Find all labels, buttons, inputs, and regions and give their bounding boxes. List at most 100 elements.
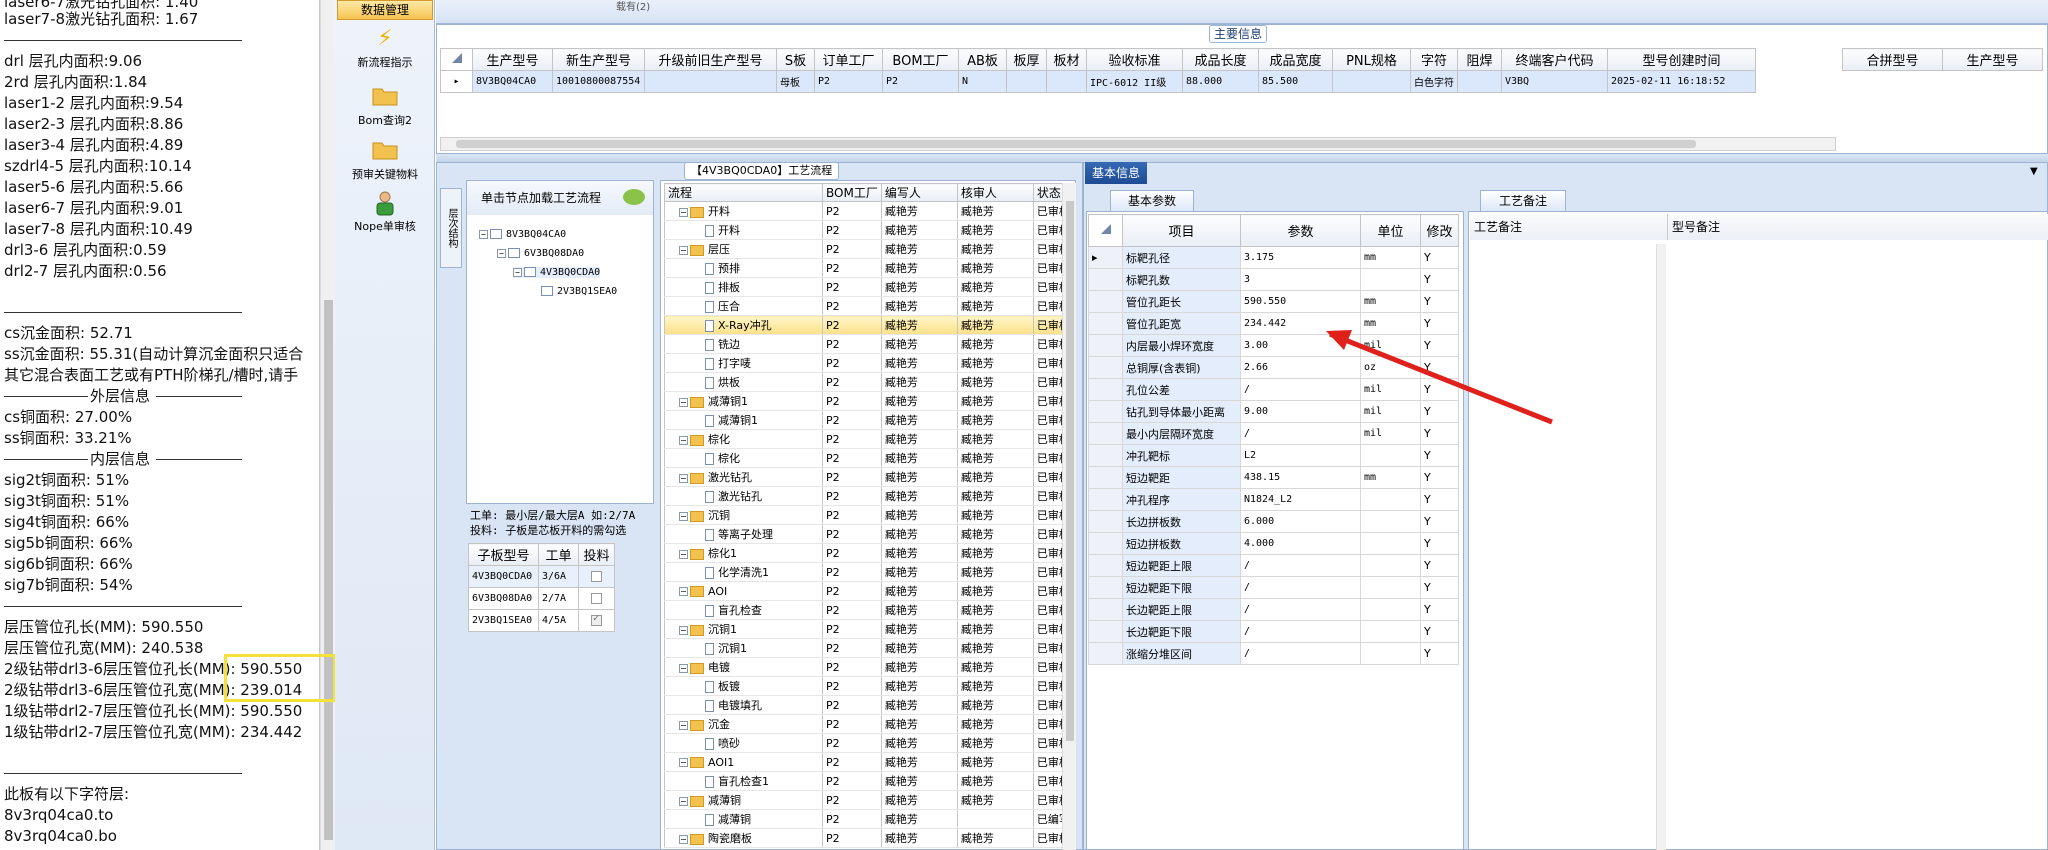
table-cell[interactable] bbox=[1360, 554, 1421, 577]
table-cell[interactable]: 臧艳芳 bbox=[880, 543, 958, 563]
table-cell[interactable]: 臧艳芳 bbox=[880, 429, 958, 449]
table-cell[interactable]: 臧艳芳 bbox=[956, 239, 1034, 259]
table-cell[interactable] bbox=[1360, 268, 1421, 291]
table-cell[interactable]: 臧艳芳 bbox=[956, 790, 1034, 810]
table-cell[interactable]: Y bbox=[1420, 598, 1459, 621]
table-cell[interactable] bbox=[1360, 598, 1421, 621]
table-cell[interactable]: 4V3BQ0CDA0 bbox=[468, 565, 539, 588]
table-cell[interactable]: 臧艳芳 bbox=[956, 315, 1034, 335]
process-name-cell[interactable]: − 棕化 bbox=[664, 429, 823, 449]
table-row[interactable]: − AOI1 P2 臧艳芳 臧艳芳 已审核 bbox=[664, 752, 1074, 772]
table-cell[interactable]: 臧艳芳 bbox=[880, 315, 958, 335]
process-name-cell[interactable]: 烘板 bbox=[664, 372, 823, 392]
table-row[interactable]: − 陶瓷磨板 P2 臧艳芳 臧艳芳 已审核 bbox=[664, 828, 1074, 848]
column-header[interactable]: 板材 bbox=[1046, 48, 1087, 71]
table-cell[interactable]: Y bbox=[1420, 510, 1459, 533]
table-cell[interactable]: 590.550 bbox=[1240, 290, 1361, 313]
feed-checkbox[interactable] bbox=[578, 565, 615, 588]
table-cell[interactable]: 臧艳芳 bbox=[880, 581, 958, 601]
table-cell[interactable]: 涨缩分堆区间 bbox=[1122, 642, 1241, 665]
table-cell[interactable]: P2 bbox=[822, 353, 882, 373]
table-cell[interactable]: P2 bbox=[822, 543, 882, 563]
table-cell[interactable]: 臧艳芳 bbox=[880, 410, 958, 430]
scroll-thumb[interactable] bbox=[1066, 201, 1074, 741]
table-cell[interactable]: 臧艳芳 bbox=[880, 296, 958, 316]
table-cell[interactable]: 臧艳芳 bbox=[956, 676, 1034, 696]
basic-info-header[interactable]: 基本信息 bbox=[1085, 162, 1147, 184]
table-cell[interactable]: P2 bbox=[822, 505, 882, 525]
table-cell[interactable]: P2 bbox=[822, 277, 882, 297]
table-cell[interactable]: P2 bbox=[822, 828, 882, 848]
column-header[interactable]: 阻焊 bbox=[1457, 48, 1502, 71]
column-header[interactable]: 成品长度 bbox=[1182, 48, 1259, 71]
table-cell[interactable]: 臧艳芳 bbox=[880, 505, 958, 525]
table-cell[interactable] bbox=[1360, 576, 1421, 599]
table-cell[interactable]: 4.000 bbox=[1240, 532, 1361, 555]
table-row[interactable]: 6V3BQ08DA0 2/7A bbox=[468, 587, 615, 610]
table-cell[interactable]: 臧艳芳 bbox=[880, 676, 958, 696]
table-cell[interactable]: P2 bbox=[822, 771, 882, 791]
table-cell[interactable]: 臧艳芳 bbox=[880, 752, 958, 772]
table-row[interactable]: 长边靶距上限 / Y bbox=[1088, 598, 1459, 621]
table-cell[interactable]: 短边靶距 bbox=[1122, 466, 1241, 489]
table-cell[interactable]: 3/6A bbox=[538, 565, 579, 588]
collapse-icon[interactable]: − bbox=[513, 267, 522, 277]
table-cell[interactable]: L2 bbox=[1240, 444, 1361, 467]
process-name-cell[interactable]: 棕化 bbox=[664, 448, 823, 468]
table-cell[interactable]: 438.15 bbox=[1240, 466, 1361, 489]
table-row[interactable]: 棕化 P2 臧艳芳 臧艳芳 已审核 bbox=[664, 448, 1074, 468]
collapse-icon[interactable]: − bbox=[679, 834, 688, 844]
process-name-cell[interactable]: 激光钻孔 bbox=[664, 486, 823, 506]
table-row[interactable]: − 激光钻孔 P2 臧艳芳 臧艳芳 已审核 bbox=[664, 467, 1074, 487]
table-cell[interactable]: 臧艳芳 bbox=[880, 239, 958, 259]
table-row[interactable]: 4V3BQ0CDA0 3/6A bbox=[468, 565, 615, 588]
table-cell[interactable]: 长边靶距上限 bbox=[1122, 598, 1241, 621]
table-cell[interactable]: 6.000 bbox=[1240, 510, 1361, 533]
table-cell[interactable]: Y bbox=[1420, 290, 1459, 313]
column-header[interactable]: 字符 bbox=[1410, 48, 1458, 71]
table-row[interactable]: 激光钻孔 P2 臧艳芳 臧艳芳 已审核 bbox=[664, 486, 1074, 506]
table-cell[interactable]: 臧艳芳 bbox=[880, 809, 958, 829]
prereview-material-button[interactable]: 预审关键物料 bbox=[335, 138, 435, 182]
table-row[interactable]: 短边拼板数 4.000 Y bbox=[1088, 532, 1459, 555]
column-header[interactable]: S板 bbox=[776, 48, 815, 71]
table-cell[interactable]: 白色字符 bbox=[1410, 70, 1458, 93]
table-cell[interactable]: 臧艳芳 bbox=[956, 296, 1034, 316]
table-cell[interactable]: 臧艳芳 bbox=[880, 562, 958, 582]
process-name-cell[interactable]: X-Ray冲孔 bbox=[664, 315, 823, 335]
process-name-cell[interactable]: 压合 bbox=[664, 296, 823, 316]
table-cell[interactable]: V3BQ bbox=[1501, 70, 1608, 93]
table-row[interactable]: 短边靶距 438.15 mm Y bbox=[1088, 466, 1459, 489]
table-cell[interactable]: 最小内层隔环宽度 bbox=[1122, 422, 1241, 445]
table-cell[interactable]: P2 bbox=[822, 239, 882, 259]
table-row[interactable]: 2V3BQ1SEA0 4/5A bbox=[468, 609, 615, 632]
process-name-cell[interactable]: − 开料 bbox=[664, 201, 823, 221]
column-header[interactable]: 生产型号 bbox=[1942, 48, 2043, 71]
tab-basic-params[interactable]: 基本参数 bbox=[1110, 190, 1194, 211]
row-selector[interactable]: ▸ bbox=[1088, 246, 1123, 269]
process-name-cell[interactable]: 等离子处理 bbox=[664, 524, 823, 544]
process-name-cell[interactable]: − 棕化1 bbox=[664, 543, 823, 563]
nope-review-button[interactable]: Nope单审核 bbox=[335, 190, 435, 234]
process-name-cell[interactable]: 化学清洗1 bbox=[664, 562, 823, 582]
table-cell[interactable] bbox=[1360, 620, 1421, 643]
table-cell[interactable]: 3.175 bbox=[1240, 246, 1361, 269]
panel-splitter[interactable] bbox=[436, 154, 2048, 162]
table-cell[interactable]: 臧艳芳 bbox=[880, 828, 958, 848]
table-cell[interactable]: 母板 bbox=[776, 70, 815, 93]
process-name-cell[interactable]: 板镀 bbox=[664, 676, 823, 696]
row-selector[interactable]: ▸ bbox=[440, 70, 473, 93]
table-cell[interactable]: Y bbox=[1420, 576, 1459, 599]
table-cell[interactable] bbox=[1360, 488, 1421, 511]
table-cell[interactable]: / bbox=[1240, 554, 1361, 577]
table-cell[interactable]: P2 bbox=[822, 714, 882, 734]
scroll-thumb[interactable] bbox=[456, 140, 1696, 148]
process-name-cell[interactable]: 打字唛 bbox=[664, 353, 823, 373]
table-row[interactable]: − AOI P2 臧艳芳 臧艳芳 已审核 bbox=[664, 581, 1074, 601]
process-name-cell[interactable]: − 沉铜 bbox=[664, 505, 823, 525]
table-cell[interactable]: 3 bbox=[1240, 268, 1361, 291]
table-cell[interactable]: P2 bbox=[822, 201, 882, 221]
table-row[interactable]: ▸ 标靶孔径 3.175 mm Y bbox=[1088, 246, 1459, 269]
table-cell[interactable]: 臧艳芳 bbox=[956, 714, 1034, 734]
table-cell[interactable]: P2 bbox=[822, 448, 882, 468]
